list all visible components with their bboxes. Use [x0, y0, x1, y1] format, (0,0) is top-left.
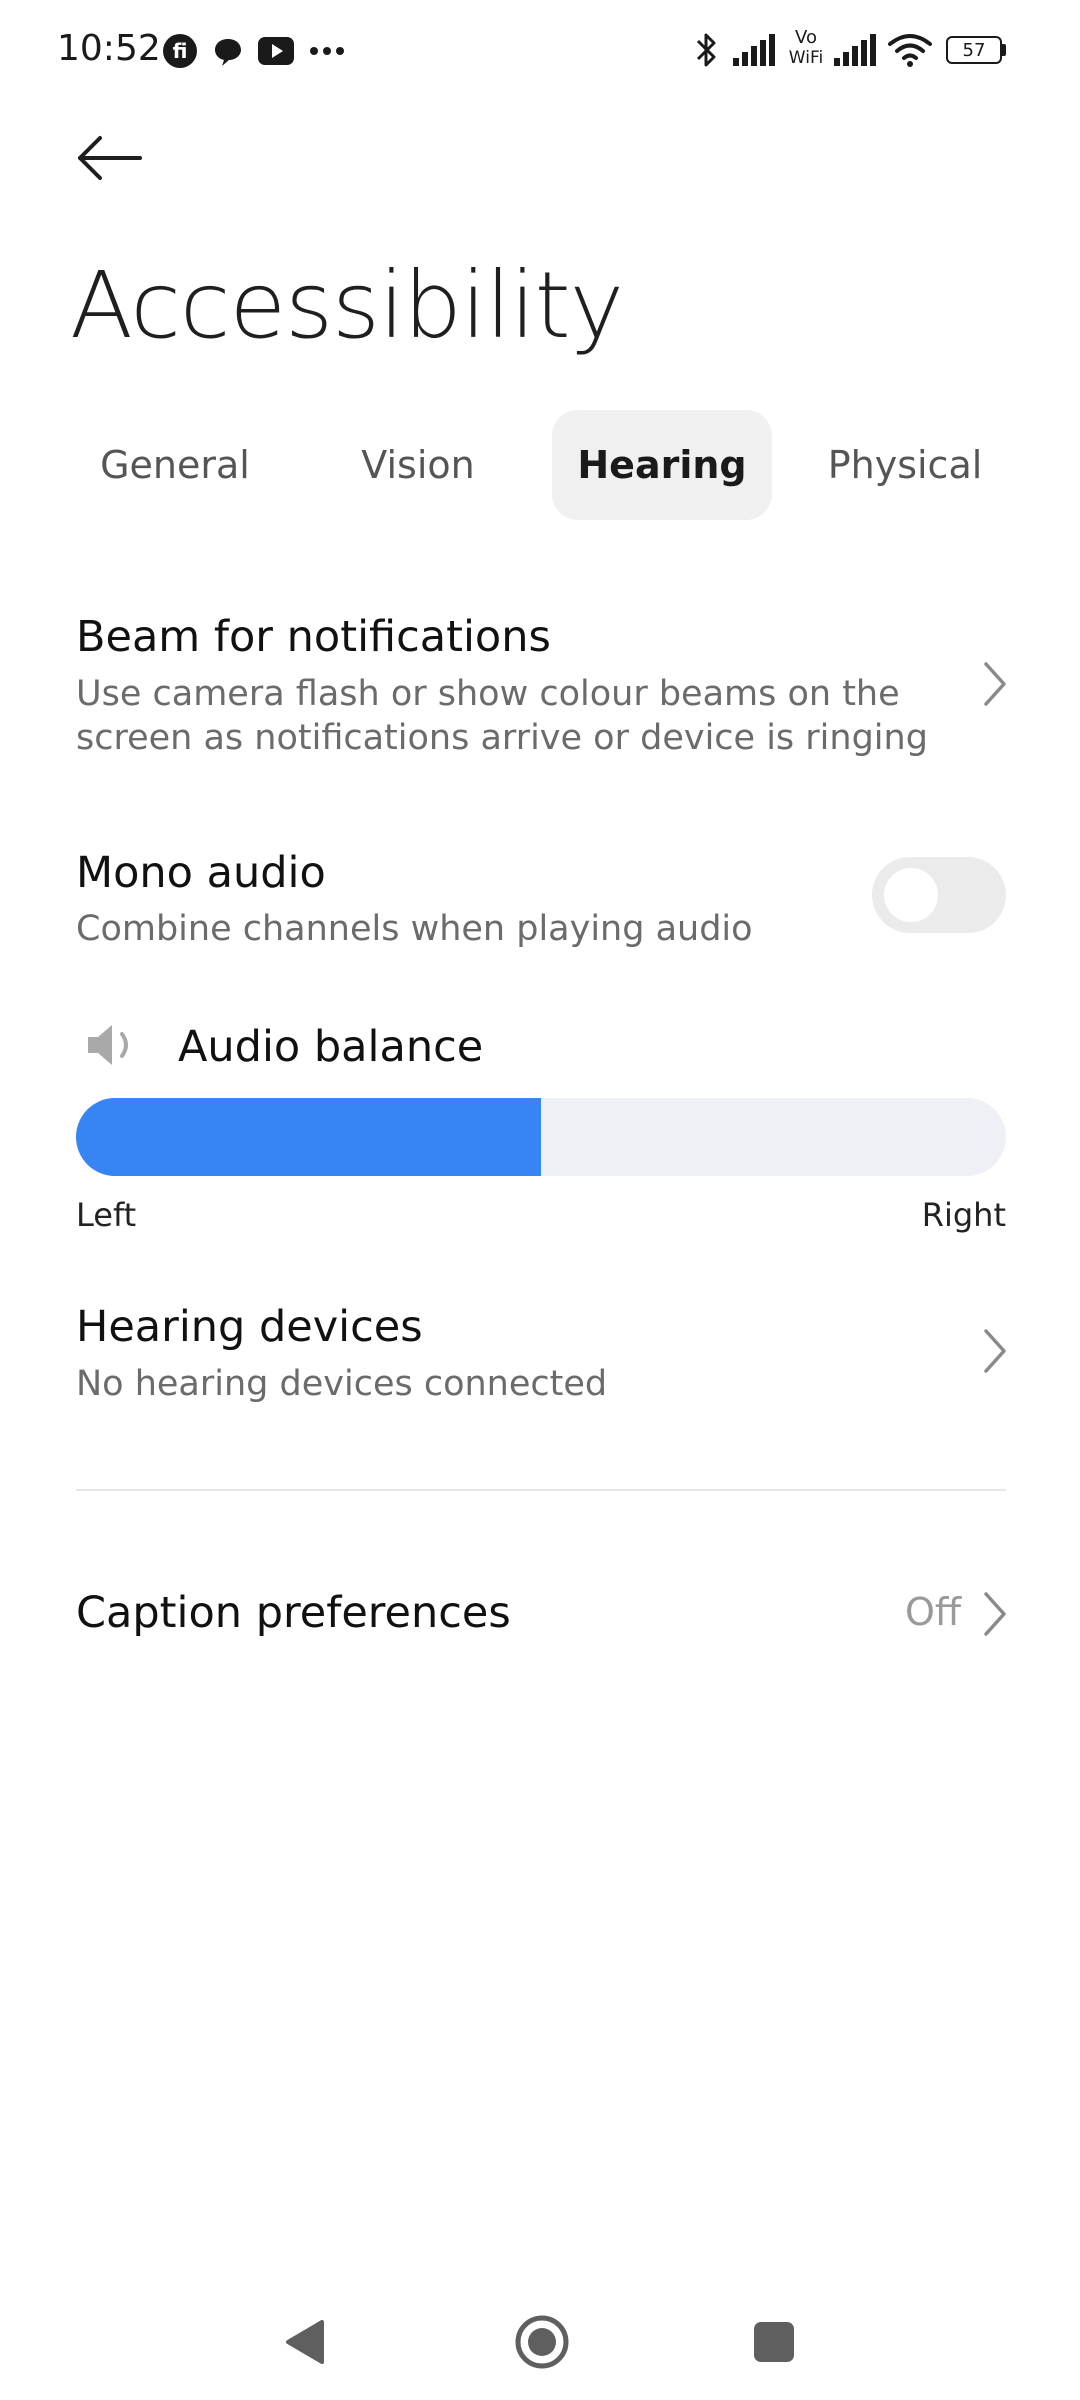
tab-label: Physical: [827, 443, 983, 487]
more-dots-icon: [310, 47, 344, 55]
tab-hearing[interactable]: Hearing: [552, 410, 772, 520]
chevron-right-icon: [984, 1329, 1006, 1373]
tab-label: Vision: [361, 443, 475, 487]
battery-level: 57: [962, 39, 986, 61]
row-subtitle: No hearing devices connected: [76, 1364, 608, 1404]
battery-icon: 57: [946, 36, 1006, 64]
chevron-right-icon: [984, 662, 1006, 706]
row-subtitle: Combine channels when playing audio: [76, 909, 753, 949]
nav-home-icon[interactable]: [514, 2314, 570, 2370]
signal-icon: [733, 34, 775, 66]
svg-text:fi: fi: [173, 39, 188, 63]
status-time: 10:52: [57, 28, 161, 69]
tab-label: Hearing: [577, 443, 747, 487]
slider-right-label: Right: [921, 1196, 1006, 1234]
page-title: Accessibility: [70, 252, 624, 359]
back-arrow-icon[interactable]: [70, 120, 150, 200]
row-title: Audio balance: [178, 1022, 484, 1072]
row-title: Hearing devices: [76, 1302, 423, 1352]
bluetooth-icon: [696, 33, 716, 67]
row-title: Mono audio: [76, 848, 326, 898]
row-subtitle: Use camera flash or show colour beams on…: [76, 674, 900, 714]
section-divider: [76, 1489, 1006, 1491]
wifi-icon: [888, 34, 932, 67]
vowifi-icon: Vo WiFi: [784, 28, 828, 72]
vowifi-label-top: Vo: [795, 27, 817, 48]
fi-app-icon: fi: [163, 34, 197, 68]
toggle-knob: [884, 868, 938, 922]
signal-icon: [834, 34, 876, 66]
tab-label: General: [100, 443, 250, 487]
tab-general[interactable]: General: [65, 410, 285, 520]
nav-recents-icon[interactable]: [752, 2320, 796, 2364]
youtube-icon: [258, 37, 294, 65]
chat-bubble-icon: [215, 39, 241, 66]
chevron-right-icon: [984, 1592, 1006, 1636]
vowifi-label-bottom: WiFi: [788, 48, 824, 68]
row-title: Caption preferences: [76, 1588, 511, 1638]
audio-balance-slider[interactable]: [76, 1098, 1006, 1176]
tab-vision[interactable]: Vision: [308, 410, 528, 520]
mono-audio-toggle[interactable]: [872, 857, 1006, 933]
caption-preferences-value: Off: [905, 1590, 962, 1634]
speaker-icon: [88, 1025, 128, 1065]
slider-left-label: Left: [76, 1196, 137, 1234]
row-subtitle: screen as notifications arrive or device…: [76, 718, 928, 758]
nav-back-icon[interactable]: [284, 2318, 328, 2366]
tab-physical[interactable]: Physical: [795, 410, 1015, 520]
row-title: Beam for notifications: [76, 612, 551, 662]
slider-fill: [76, 1098, 541, 1176]
